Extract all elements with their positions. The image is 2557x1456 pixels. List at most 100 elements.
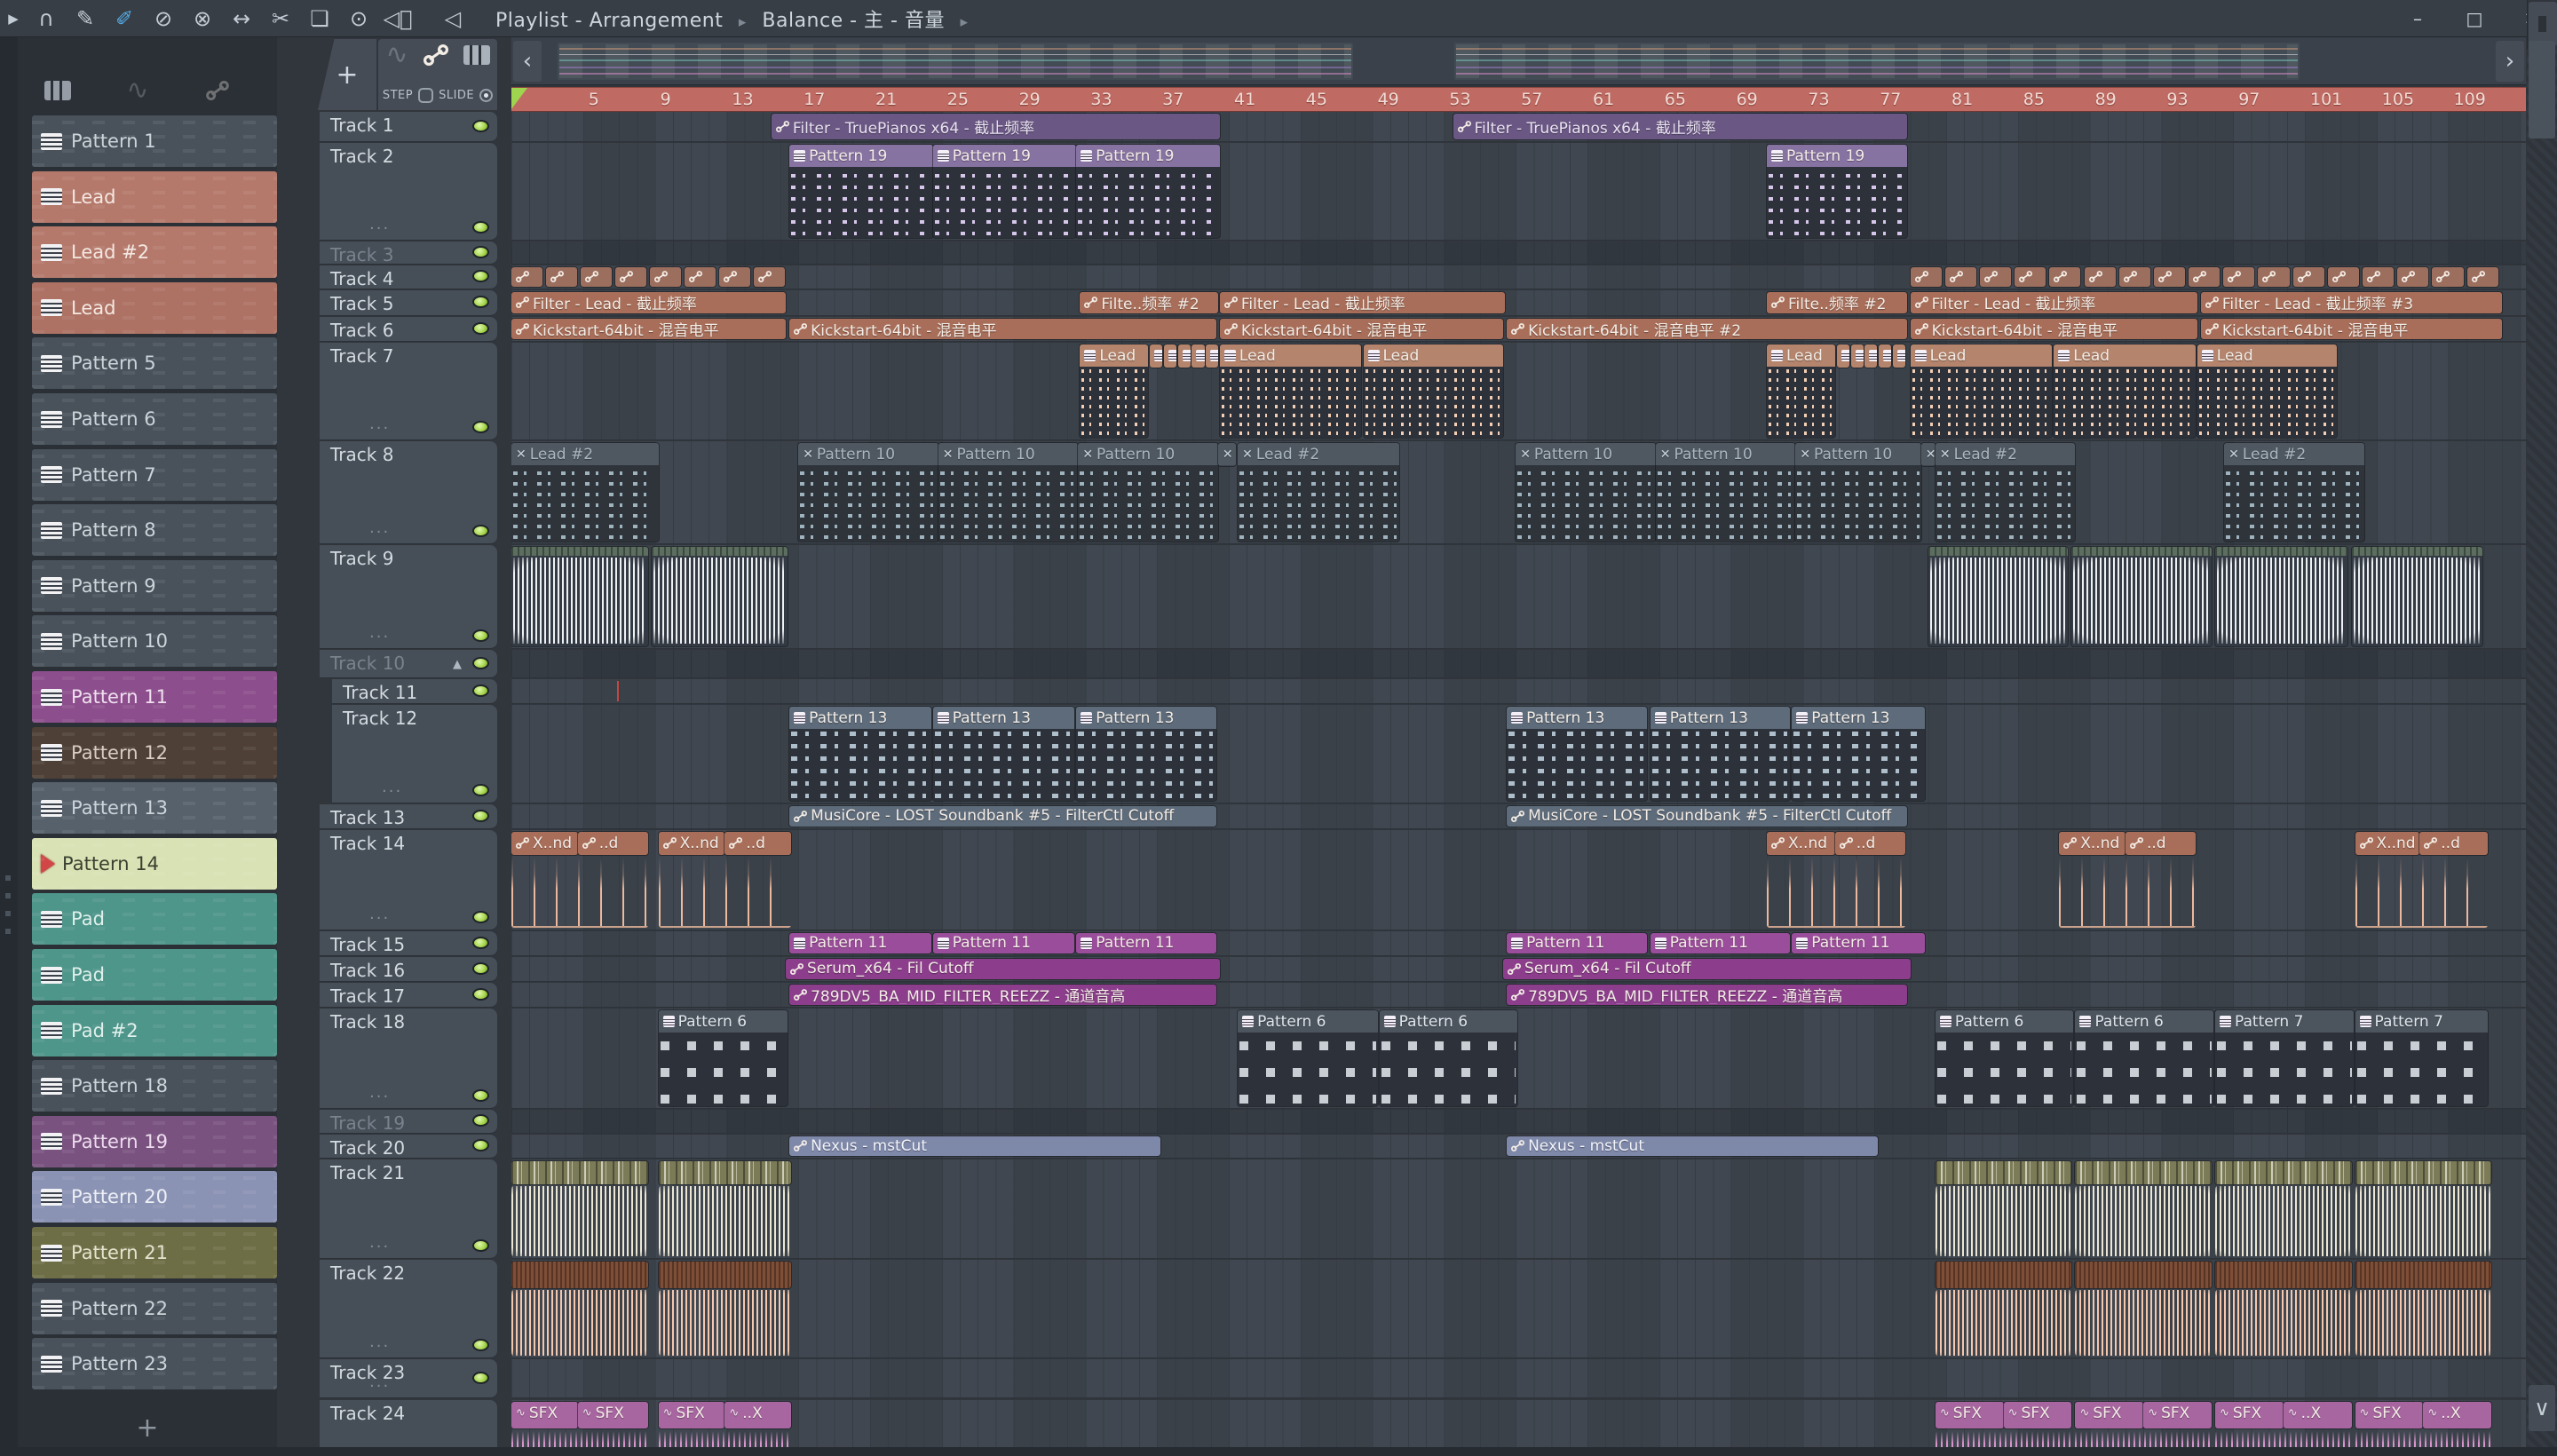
track-mute-led[interactable] [472,656,489,669]
clip-pattern-10[interactable]: ✕ Pattern 10 [1516,443,1656,542]
clip-rustStrip[interactable] [511,1262,648,1288]
clip-miniL[interactable] [1979,267,2012,287]
track-lane-15[interactable]: Pattern 11 Pattern 11 Pattern 11 Pattern 11… [511,931,2526,956]
clip-audio[interactable] [2071,547,2212,646]
clip-sfx[interactable]: ∿ SFX [511,1402,578,1428]
clip-pattern-11[interactable]: Pattern 11 [932,933,1075,954]
clip-miniL[interactable] [2466,267,2498,287]
clip-audio[interactable] [511,547,648,646]
track-options-dots[interactable]: ··· [382,782,402,801]
clip-oliveStrip[interactable] [2075,1161,2212,1184]
track-mute-led[interactable] [472,1371,489,1384]
clip-leadMini[interactable] [1850,344,1864,368]
clip-filter-truepianos-x64[interactable]: Filter - TruePianos x64 - 截止频率 [1453,114,1907,139]
clip-spikeBody[interactable] [2355,857,2488,928]
clip-miniL[interactable] [2432,267,2464,287]
track-header-23[interactable]: Track 23 ··· [320,1359,497,1398]
pattern-item-pattern-5-5[interactable]: Pattern 5 [32,337,277,390]
clip-oliveStrip[interactable] [1935,1161,2072,1184]
track-options-dots[interactable]: ··· [369,1238,390,1256]
delete-tool-icon[interactable]: ⊘ [144,1,183,36]
track-mute-led[interactable] [472,1089,489,1102]
clip-nexus-mstcut[interactable]: Nexus - mstCut [789,1136,1161,1156]
clip-leadMini[interactable] [1836,344,1849,368]
track-lane-11[interactable] [511,679,2526,704]
track-lane-6[interactable]: Kickstart-64bit - 混音电平 Kickstart-64bit - … [511,317,2526,342]
clip-miniL[interactable] [2118,267,2150,287]
clip-pattern-13[interactable]: Pattern 13 [1507,707,1647,801]
clip-leadMini[interactable] [1206,344,1219,368]
clip-x-nd[interactable]: X..nd [658,832,725,855]
clip-789dv5-ba-mid-filter-reezz[interactable]: 789DV5_BA_MID_FILTER_REEZZ - 通道音高 [1507,985,1907,1005]
clip-x-nd[interactable]: X..nd [1767,832,1835,855]
track-lane-7[interactable]: Lead Lead Lead Lead Lead Lead Lead [511,343,2526,440]
clip-serum-x64-fil-cutoff[interactable]: Serum_x64 - Fil Cutoff [1503,959,1911,979]
clip-lead-2[interactable]: ✕ Lead #2 [1935,443,2076,542]
track-header-1[interactable]: Track 1 [320,112,497,142]
clip-miniL[interactable] [2015,267,2046,287]
clip-waveCream[interactable] [1936,1186,2072,1256]
scrollbar-thumb[interactable] [2529,41,2555,138]
track-lane-22[interactable] [511,1260,2526,1358]
track-lane-19[interactable] [511,1110,2526,1134]
clip-pattern-13[interactable]: Pattern 13 [1650,707,1791,801]
clip-pattern-11[interactable]: Pattern 11 [1650,933,1791,954]
track-lane-1[interactable]: Filter - TruePianos x64 - 截止频率 Filter - T… [511,112,2526,142]
clip-pattern-11[interactable]: Pattern 11 [1076,933,1216,954]
automation-mode-icon[interactable] [423,44,448,66]
clip-x-nd[interactable]: X..nd [511,832,578,855]
pattern-item-pattern-6-6[interactable]: Pattern 6 [32,393,277,445]
track-lane-14[interactable]: X..nd ..d X..nd ..d X..nd ..d X..nd ..d X..nd ..d [511,830,2526,930]
clip-sfx[interactable]: ∿ SFX [577,1402,648,1428]
pattern-item-lead-2-3[interactable]: Lead #2 [32,226,277,279]
track-lane-5[interactable]: Filter - Lead - 截止频率 Filte..频率 #2 Filter -… [511,290,2526,316]
track-lane-16[interactable]: Serum_x64 - Fil Cutoff Serum_x64 - Fil Cu… [511,957,2526,982]
clip-rustStrip[interactable] [2075,1262,2212,1288]
track-mute-led[interactable] [472,684,489,697]
clip-miniL[interactable] [614,267,646,287]
zoom-tool-icon[interactable]: ⊙ [339,1,378,36]
track-options-dots[interactable]: ··· [369,419,390,438]
clip-pattern-13[interactable]: Pattern 13 [1792,707,1925,801]
scroll-left-button[interactable]: ‹ [513,41,542,82]
track-mute-led[interactable] [472,1139,489,1151]
clip-serum-x64-fil-cutoff[interactable]: Serum_x64 - Fil Cutoff [786,959,1220,979]
pattern-item-pad-15[interactable]: Pad [32,893,277,946]
clip-kickstart-64bit[interactable]: Kickstart-64bit - 混音电平 [1910,319,2197,339]
track-lane-2[interactable]: Pattern 19 Pattern 19 Pattern 19 Pattern 19 [511,143,2526,241]
clip-lead[interactable]: Lead [1219,344,1362,438]
track-options-dots[interactable]: ··· [369,219,390,238]
clip-miniL[interactable] [545,267,577,287]
clip-miniL[interactable] [511,267,542,287]
clip-pattern-7[interactable]: Pattern 7 [2215,1010,2354,1106]
track-mute-led[interactable] [472,1114,489,1127]
clip-playhead[interactable] [617,681,620,701]
track-lane-8[interactable]: ✕ Lead #2 ✕ Pattern 10 ✕ Pattern 10 ✕ Pattern 1… [511,441,2526,544]
pattern-item-lead-4[interactable]: Lead [32,281,277,334]
track-options-dots[interactable]: ··· [369,1377,390,1396]
group-collapse-arrow[interactable]: ▲ [453,658,462,671]
clip-spikeBody[interactable] [511,857,648,928]
clip-rustStrip[interactable] [2215,1262,2352,1288]
track-header-4[interactable]: Track 4 [320,265,497,289]
track-mute-led[interactable] [472,525,489,537]
playback-tool-icon[interactable]: ◁⃓ [378,1,417,36]
track-lane-18[interactable]: Pattern 6 Pattern 6 Pattern 6 Pattern 6 Patt… [511,1009,2526,1109]
clip-audio[interactable] [1928,547,2069,646]
track-options-dots[interactable]: ··· [369,1337,390,1356]
clip-pattern-6[interactable]: Pattern 6 [658,1010,788,1106]
clip-sfx[interactable]: ∿ SFX [2355,1402,2424,1428]
clip-spikeBody[interactable] [1767,857,1905,928]
clip-pattern-11[interactable]: Pattern 11 [789,933,931,954]
clip-x[interactable]: ∿ ..X [724,1402,792,1428]
slide-tool-icon[interactable]: ↔ [222,1,261,36]
track-lane-23[interactable] [511,1359,2526,1398]
clip-lead[interactable]: Lead [1363,344,1504,438]
pattern-item-pattern-7-7[interactable]: Pattern 7 [32,448,277,501]
pattern-item-pad-2-17[interactable]: Pad #2 [32,1004,277,1056]
clip-lead-2[interactable]: ✕ Lead #2 [1238,443,1399,542]
minimap-section-1[interactable] [558,43,1353,80]
clip-oliveStrip[interactable] [511,1161,648,1184]
clip-mutedMini[interactable]: ✕ [1217,443,1237,466]
track-mute-led[interactable] [472,911,489,923]
